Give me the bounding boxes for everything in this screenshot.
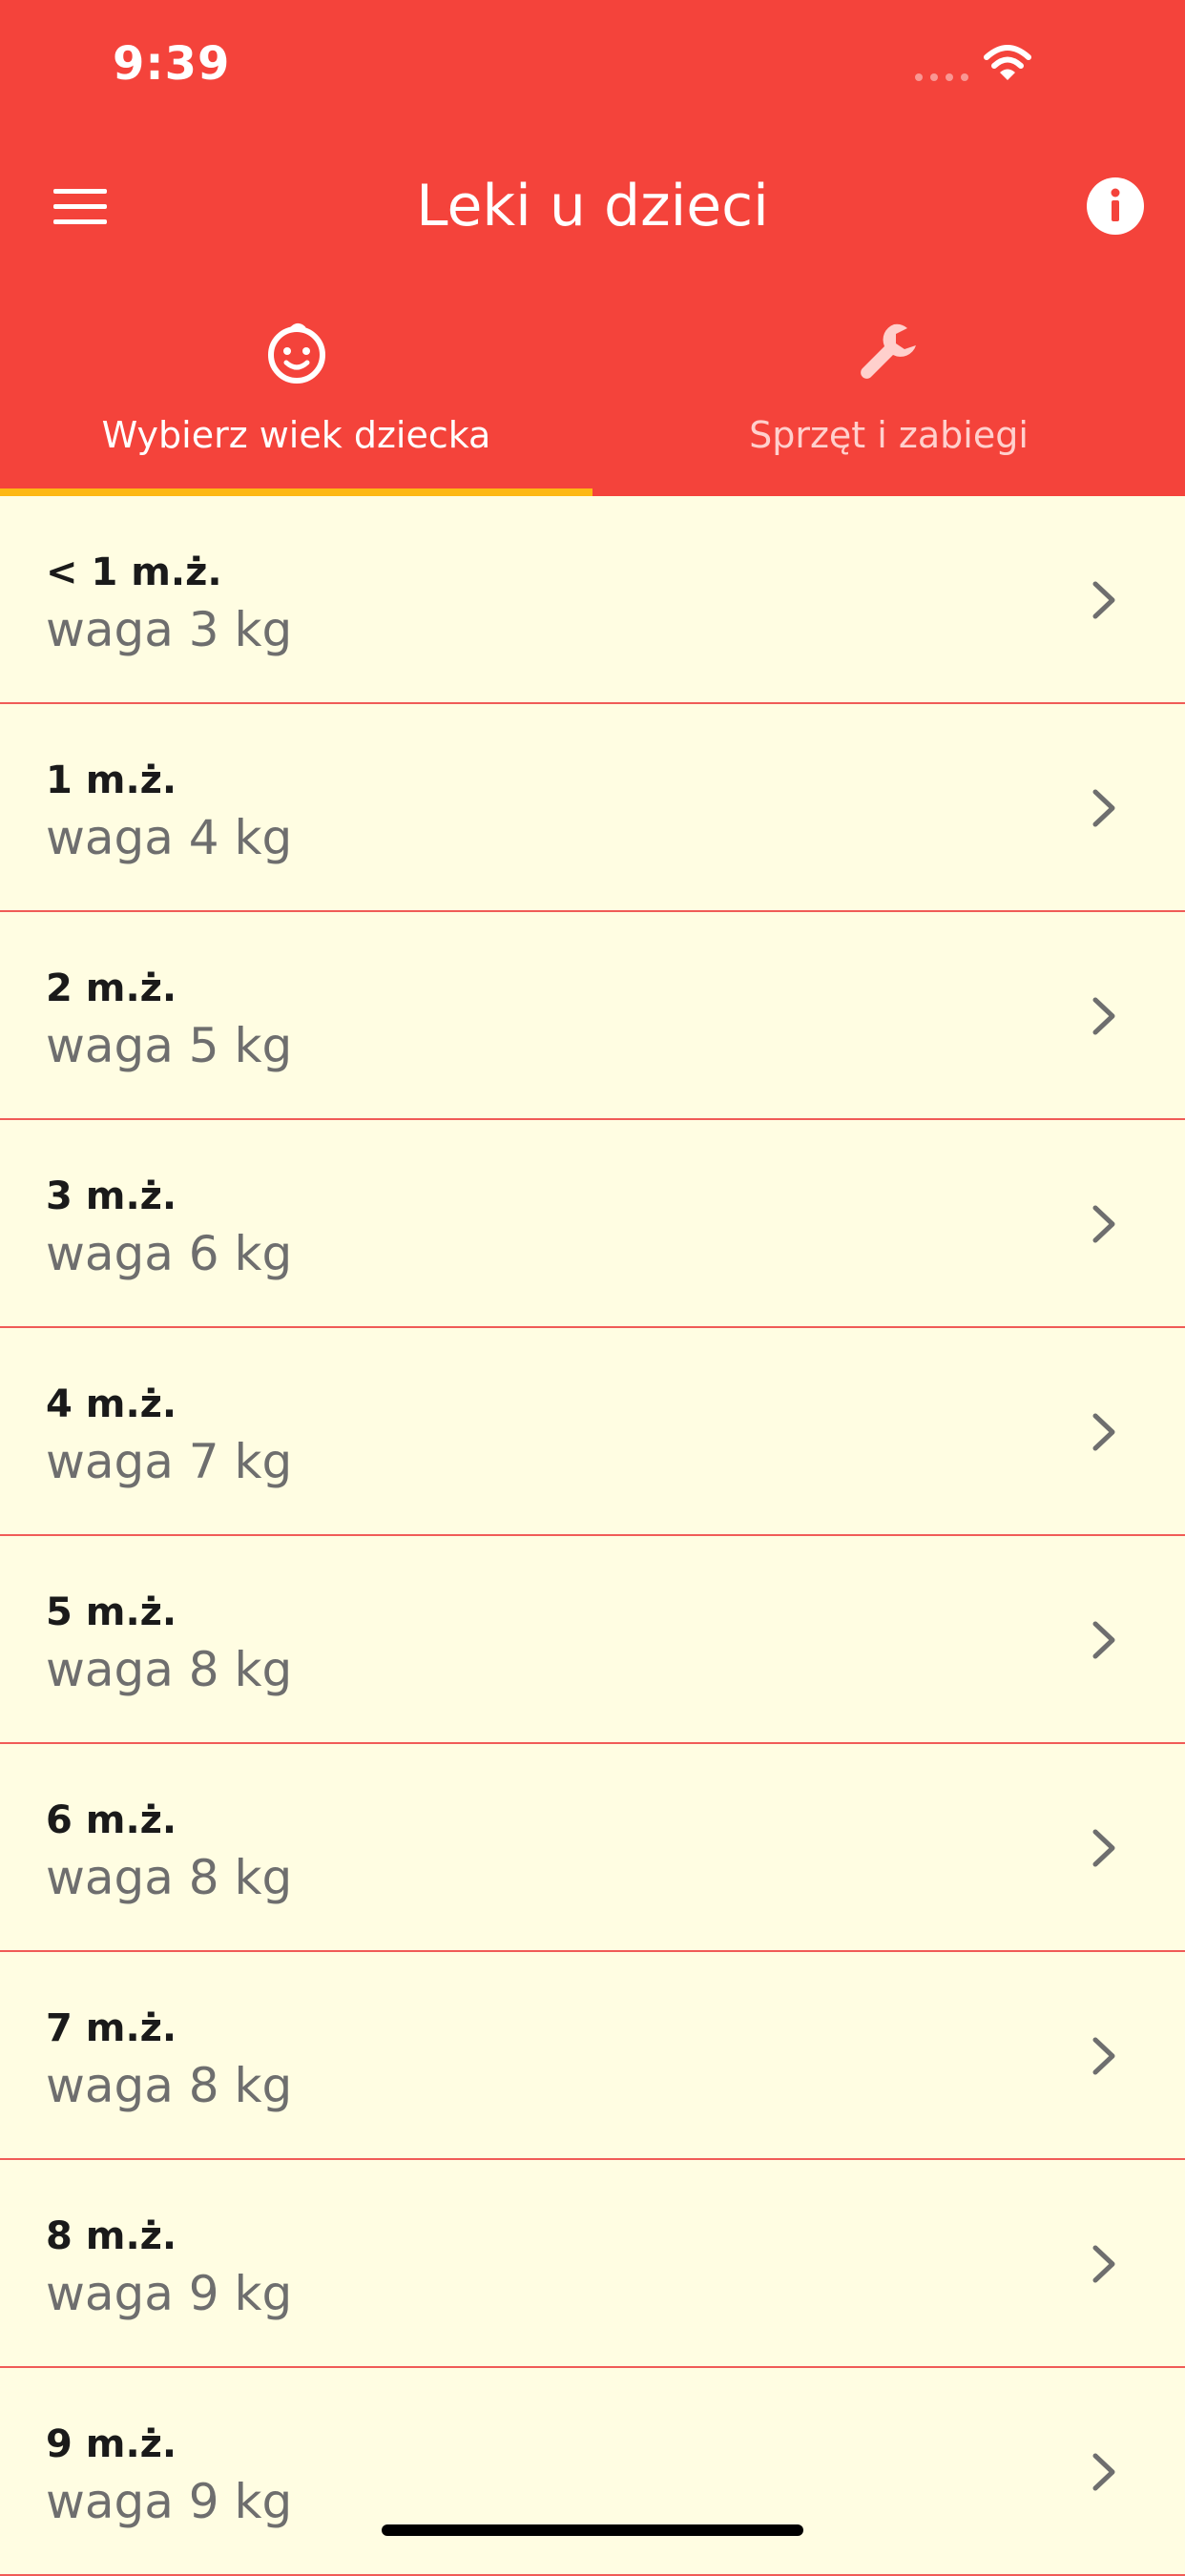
item-age-label: 9 m.ż. [46,2422,177,2466]
list-item[interactable]: 2 m.ż. waga 5 kg [0,912,1185,1120]
item-weight-label: waga 8 kg [46,1850,293,1905]
item-age-label: 4 m.ż. [46,1382,177,1426]
item-weight-label: waga 5 kg [46,1018,293,1073]
status-time: 9:39 [113,37,231,91]
chevron-right-icon [1092,581,1115,619]
chevron-right-icon [1092,1621,1115,1659]
app-bar: 9:39 Leki u dzieci Wybierz wiek dziecka [0,0,1185,496]
list-item[interactable]: 1 m.ż. waga 4 kg [0,704,1185,912]
tab-equipment-procedures[interactable]: Sprzęt i zabiegi [592,305,1185,496]
chevron-right-icon [1092,789,1115,827]
tab-label: Wybierz wiek dziecka [101,414,491,456]
list-item[interactable]: 9 m.ż. waga 9 kg [0,2368,1185,2576]
item-age-label: 7 m.ż. [46,2006,177,2050]
baby-face-icon [268,322,325,384]
age-list: < 1 m.ż. waga 3 kg 1 m.ż. waga 4 kg 2 m.… [0,496,1185,2576]
chevron-right-icon [1092,2453,1115,2491]
list-item[interactable]: 6 m.ż. waga 8 kg [0,1744,1185,1952]
wrench-icon [861,323,916,379]
item-age-label: 5 m.ż. [46,1590,177,1634]
item-weight-label: waga 4 kg [46,810,293,865]
list-item[interactable]: < 1 m.ż. waga 3 kg [0,496,1185,704]
home-indicator[interactable] [382,2524,803,2536]
item-age-label: 8 m.ż. [46,2214,177,2258]
item-age-label: 3 m.ż. [46,1174,177,1218]
item-age-label: 6 m.ż. [46,1798,177,1842]
list-item[interactable]: 3 m.ż. waga 6 kg [0,1120,1185,1328]
item-age-label: 2 m.ż. [46,966,177,1010]
page-title: Leki u dzieci [416,173,769,239]
item-age-label: 1 m.ż. [46,758,177,802]
item-age-label: < 1 m.ż. [46,551,222,594]
chevron-right-icon [1092,1205,1115,1243]
item-weight-label: waga 7 kg [46,1434,293,1489]
list-item[interactable]: 8 m.ż. waga 9 kg [0,2160,1185,2368]
chevron-right-icon [1092,2245,1115,2283]
chevron-right-icon [1092,997,1115,1035]
cellular-signal-icon [915,73,968,81]
item-weight-label: waga 8 kg [46,1642,293,1697]
info-icon[interactable] [1086,177,1145,236]
list-item[interactable]: 4 m.ż. waga 7 kg [0,1328,1185,1536]
wifi-icon [984,45,1031,80]
tab-choose-age[interactable]: Wybierz wiek dziecka [0,305,592,496]
tab-label: Sprzęt i zabiegi [749,414,1029,456]
item-weight-label: waga 6 kg [46,1226,293,1281]
list-item[interactable]: 7 m.ż. waga 8 kg [0,1952,1185,2160]
chevron-right-icon [1092,2037,1115,2075]
item-weight-label: waga 9 kg [46,2474,293,2529]
chevron-right-icon [1092,1829,1115,1867]
chevron-right-icon [1092,1413,1115,1451]
tab-selection-indicator [0,488,592,496]
list-item[interactable]: 5 m.ż. waga 8 kg [0,1536,1185,1744]
item-weight-label: waga 8 kg [46,2058,293,2113]
item-weight-label: waga 3 kg [46,602,293,657]
item-weight-label: waga 9 kg [46,2266,293,2321]
